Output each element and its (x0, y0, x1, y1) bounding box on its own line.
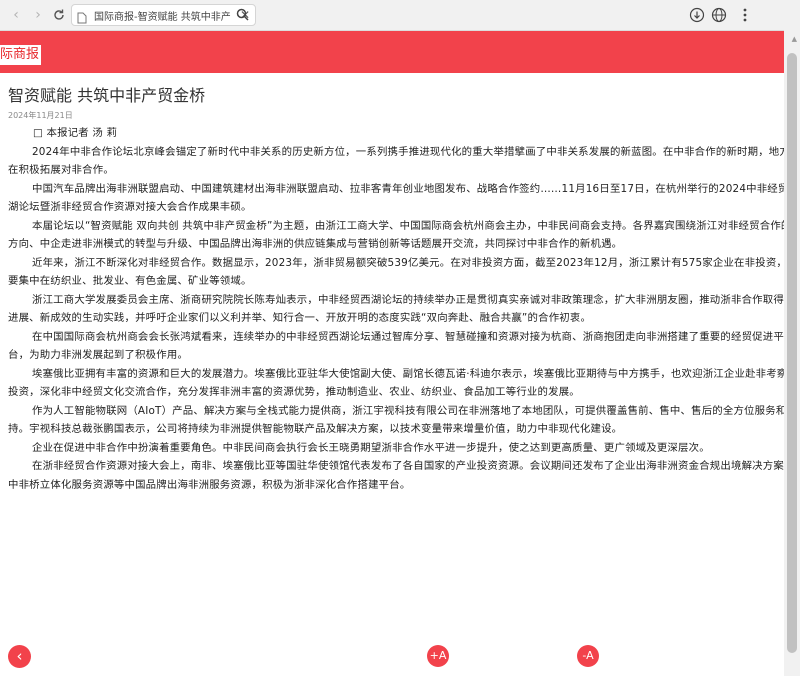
browser-toolbar: ‹ › 国际商报-智资赋能 共筑中非产 ✕ (0, 0, 800, 31)
article-paragraph: 本届论坛以“智资赋能 双向共创 共筑中非产贸金桥”为主题，由浙江工商大学、中国国… (8, 219, 784, 251)
article-paragraph: 浙江工商大学发展委员会主席、浙商研究院院长陈寿灿表示，中非经贸西湖论坛的持续举办… (8, 293, 784, 325)
site-header-banner (0, 31, 784, 73)
article-paragraph: 近年来，浙江不断深化对非经贸合作。数据显示，2023年，浙非贸易额突破539亿美… (8, 256, 784, 288)
article-paragraph: 在中国国际商会杭州商会会长张鸿斌看来，连续举办的中非经贸西湖论坛通过智库分享、智… (8, 330, 784, 362)
search-icon[interactable] (234, 6, 252, 24)
article-content: 智资赋能 共筑中非产贸金桥 2024年11月21日 □ 本报记者 汤 莉 202… (0, 73, 784, 633)
article-paragraph: 作为人工智能物联网（AIoT）产品、解决方案与全栈式能力提供商，浙江宇视科技有限… (8, 404, 784, 436)
font-increase-button[interactable]: +A (427, 645, 449, 667)
article-paragraph: 埃塞俄比亚拥有丰富的资源和巨大的发展潜力。埃塞俄比亚驻华大使馆副大使、副馆长德瓦… (8, 367, 784, 399)
article-date: 2024年11月21日 (8, 111, 73, 120)
article-paragraph: 在浙非经贸合作资源对接大会上，南非、埃塞俄比亚等国驻华使领馆代表发布了各自国家的… (8, 460, 784, 491)
browser-tab[interactable]: 国际商报-智资赋能 共筑中非产 ✕ (71, 4, 256, 26)
back-button[interactable]: ‹ (8, 645, 31, 668)
scroll-up-arrow-icon[interactable]: ▲ (792, 35, 797, 43)
site-logo[interactable]: 际商报 (0, 45, 42, 65)
article-paragraph: 企业在促进中非合作中扮演着重要角色。中非民间商会执行会长王晓勇期望浙非合作水平进… (32, 441, 710, 454)
menu-dots-icon[interactable] (737, 7, 753, 23)
scrollbar-thumb[interactable] (787, 53, 797, 653)
globe-icon[interactable] (711, 7, 727, 23)
article-paragraph: 中国汽车品牌出海非洲联盟启动、中国建筑建材出海非洲联盟启动、拉非客青年创业地图发… (8, 182, 784, 214)
font-decrease-button[interactable]: -A (577, 645, 599, 667)
reload-icon[interactable] (50, 6, 68, 24)
download-icon[interactable] (689, 7, 705, 23)
article-title: 智资赋能 共筑中非产贸金桥 (8, 86, 206, 105)
page-icon (76, 9, 88, 24)
article-body: □ 本报记者 汤 莉 2024年中非合作论坛北京峰会锚定了新时代中非关系的历史新… (8, 124, 784, 494)
tab-title: 国际商报-智资赋能 共筑中非产 (94, 11, 231, 23)
article-byline: □ 本报记者 汤 莉 (33, 127, 118, 139)
article-paragraph: 2024年中非合作论坛北京峰会锚定了新时代中非关系的历史新方位，一系列携手推进现… (8, 145, 784, 177)
back-arrow-icon[interactable]: ‹ (7, 6, 25, 24)
forward-arrow-icon[interactable]: › (29, 6, 47, 24)
